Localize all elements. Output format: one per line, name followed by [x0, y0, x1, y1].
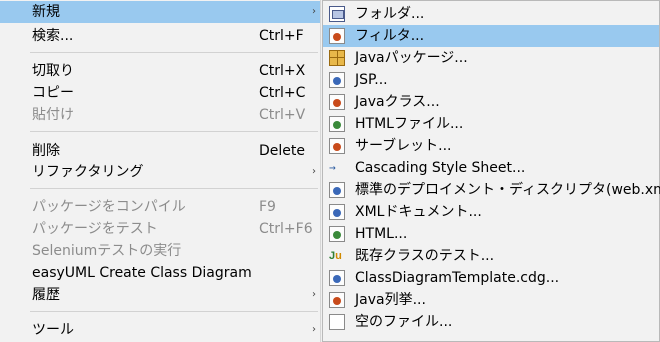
menu-item-label: パッケージをテスト — [32, 221, 158, 237]
java-class-icon — [329, 94, 345, 110]
submenu-item-label: サーブレット... — [355, 138, 452, 154]
menu-item-shortcut: Ctrl+C — [259, 85, 306, 101]
menu-item-label: 削除 — [32, 143, 60, 159]
submenu-item-label: HTML... — [355, 226, 408, 242]
jsp-file-icon — [329, 72, 345, 88]
menu-item-refactoring[interactable]: リファクタリング › — [0, 161, 320, 183]
deployment-descriptor-icon — [329, 182, 345, 198]
context-menu-screen: 新規 › 検索... Ctrl+F 切取り Ctrl+X コピー Ctrl+C … — [0, 0, 660, 342]
menu-separator — [30, 188, 318, 189]
submenu-item-jsp[interactable]: JSP... — [323, 69, 659, 91]
new-submenu: フォルダ... フィルタ... Javaパッケージ... JSP... Java… — [322, 0, 660, 342]
menu-item-cut[interactable]: 切取り Ctrl+X — [0, 60, 320, 82]
context-menu: 新規 › 検索... Ctrl+F 切取り Ctrl+X コピー Ctrl+C … — [0, 0, 321, 342]
menu-item-shortcut: Ctrl+F — [259, 28, 304, 44]
java-package-icon — [329, 50, 345, 66]
chevron-right-icon: › — [312, 166, 316, 177]
menu-item-label: easyUML Create Class Diagram — [32, 265, 252, 281]
menu-item-label: 切取り — [32, 63, 74, 79]
submenu-item-java-package[interactable]: Javaパッケージ... — [323, 47, 659, 69]
submenu-item-label: Javaパッケージ... — [355, 50, 468, 66]
menu-item-shortcut: F9 — [259, 199, 276, 215]
css-icon: → — [329, 161, 336, 174]
menu-separator — [30, 52, 318, 53]
menu-item-label: コピー — [32, 85, 74, 101]
menu-item-easyuml-create-class-diagram[interactable]: easyUML Create Class Diagram — [0, 262, 320, 284]
chevron-right-icon: › — [312, 289, 316, 300]
menu-item-label: Seleniumテストの実行 — [32, 243, 182, 259]
menu-item-shortcut: Ctrl+V — [259, 107, 306, 123]
chevron-right-icon: › — [312, 6, 316, 17]
menu-item-label: 貼付け — [32, 107, 74, 123]
submenu-item-folder[interactable]: フォルダ... — [323, 3, 659, 25]
submenu-item-css[interactable]: → Cascading Style Sheet... — [323, 157, 659, 179]
submenu-item-label: フォルダ... — [355, 6, 425, 22]
class-diagram-icon — [329, 270, 345, 286]
menu-item-new[interactable]: 新規 › — [0, 1, 320, 23]
submenu-item-label: Cascading Style Sheet... — [355, 160, 526, 176]
menu-item-compile-package[interactable]: パッケージをコンパイル F9 — [0, 196, 320, 218]
menu-separator — [30, 311, 318, 312]
menu-item-test-package[interactable]: パッケージをテスト Ctrl+F6 — [0, 218, 320, 240]
submenu-item-java-class[interactable]: Javaクラス... — [323, 91, 659, 113]
menu-item-label: 新規 — [32, 4, 60, 20]
menu-item-run-selenium-tests[interactable]: Seleniumテストの実行 — [0, 240, 320, 262]
menu-item-label: 検索... — [32, 28, 74, 44]
chevron-right-icon: › — [312, 324, 316, 335]
menu-item-history[interactable]: 履歴 › — [0, 284, 320, 306]
menu-item-find[interactable]: 検索... Ctrl+F — [0, 25, 320, 47]
submenu-item-deployment-descriptor[interactable]: 標準のデプロイメント・ディスクリプタ(web.xml)... — [323, 179, 660, 201]
menu-item-shortcut: Ctrl+X — [259, 63, 306, 79]
submenu-item-label: JSP... — [355, 72, 388, 88]
submenu-item-label: Java列挙... — [355, 292, 426, 308]
menu-separator — [30, 131, 318, 132]
submenu-item-label: HTMLファイル... — [355, 116, 464, 132]
submenu-item-servlet[interactable]: サーブレット... — [323, 135, 659, 157]
submenu-item-test-existing-class[interactable]: Ju 既存クラスのテスト... — [323, 245, 659, 267]
submenu-item-html-file[interactable]: HTMLファイル... — [323, 113, 659, 135]
empty-file-icon — [329, 314, 345, 330]
menu-item-tools[interactable]: ツール › — [0, 319, 320, 341]
submenu-item-class-diagram-template[interactable]: ClassDiagramTemplate.cdg... — [323, 267, 659, 289]
submenu-item-xml-document[interactable]: XMLドキュメント... — [323, 201, 659, 223]
submenu-item-label: 標準のデプロイメント・ディスクリプタ(web.xml)... — [355, 182, 660, 198]
xml-document-icon — [329, 204, 345, 220]
submenu-item-empty-file[interactable]: 空のファイル... — [323, 311, 659, 333]
submenu-item-label: 既存クラスのテスト... — [355, 248, 495, 264]
submenu-item-label: Javaクラス... — [355, 94, 440, 110]
menu-item-label: リファクタリング — [32, 164, 144, 180]
menu-item-label: パッケージをコンパイル — [32, 199, 186, 215]
submenu-item-label: フィルタ... — [355, 28, 425, 44]
menu-item-paste[interactable]: 貼付け Ctrl+V — [0, 104, 320, 126]
menu-item-label: ツール — [32, 322, 74, 338]
submenu-item-java-enum[interactable]: Java列挙... — [323, 289, 659, 311]
menu-item-label: 履歴 — [32, 287, 60, 303]
menu-item-delete[interactable]: 削除 Delete — [0, 140, 320, 162]
submenu-item-label: 空のファイル... — [355, 314, 453, 330]
submenu-item-html[interactable]: HTML... — [323, 223, 659, 245]
html-icon — [329, 226, 345, 242]
java-enum-icon — [329, 292, 345, 308]
menu-item-shortcut: Ctrl+F6 — [259, 221, 313, 237]
menu-item-shortcut: Delete — [259, 143, 305, 159]
submenu-item-label: XMLドキュメント... — [355, 204, 482, 220]
servlet-icon — [329, 138, 345, 154]
folder-icon — [329, 6, 345, 22]
html-file-icon — [329, 116, 345, 132]
junit-icon: Ju — [329, 250, 342, 262]
submenu-item-filter[interactable]: フィルタ... — [323, 25, 659, 47]
submenu-item-label: ClassDiagramTemplate.cdg... — [355, 270, 560, 286]
menu-item-copy[interactable]: コピー Ctrl+C — [0, 82, 320, 104]
filter-file-icon — [329, 28, 345, 44]
